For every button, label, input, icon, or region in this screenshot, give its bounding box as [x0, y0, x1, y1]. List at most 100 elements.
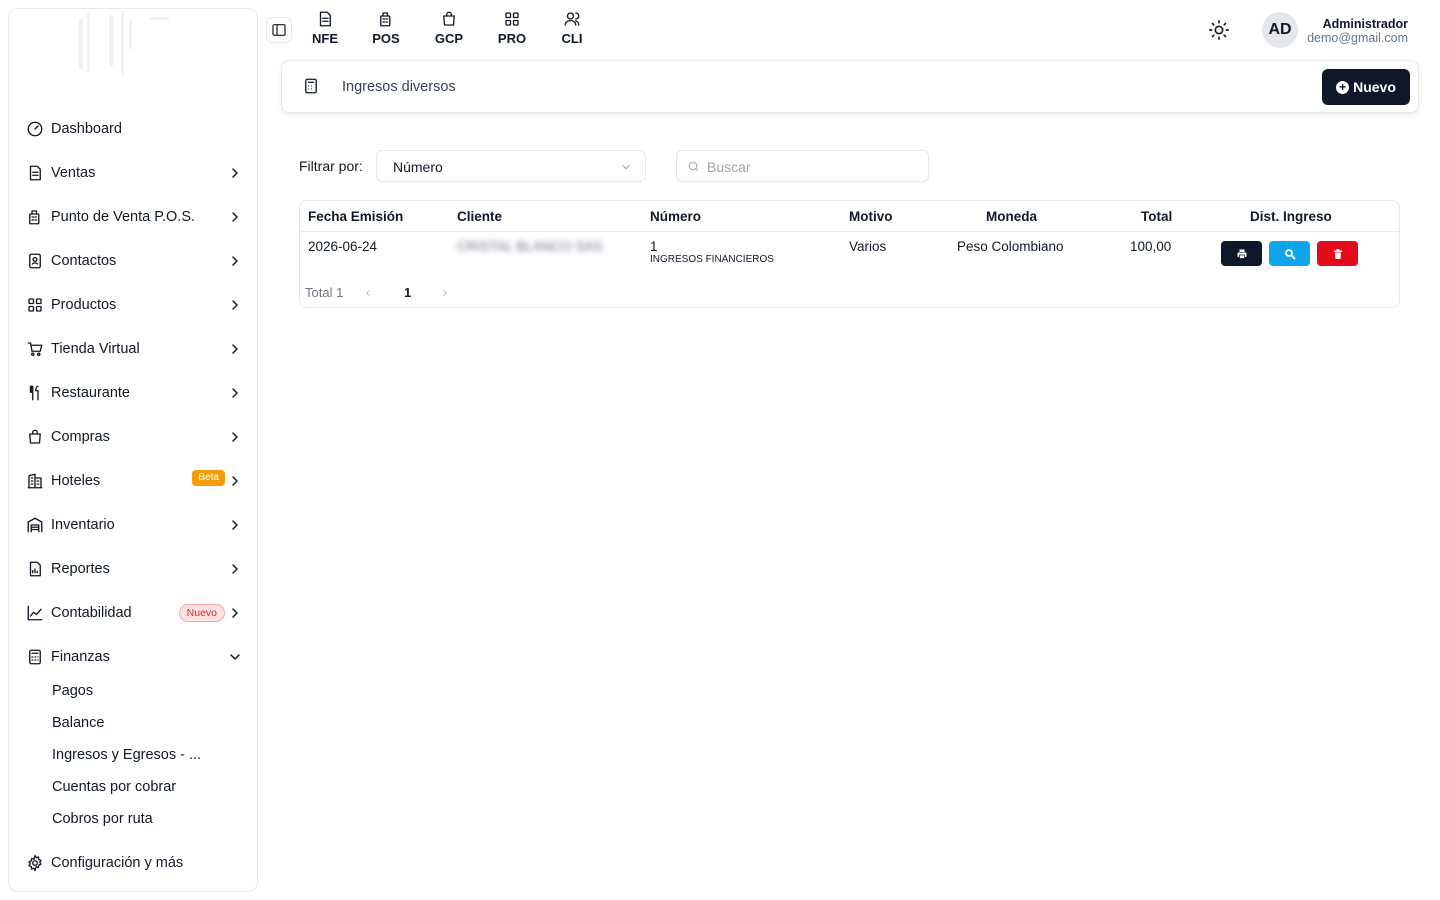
chevron-down-icon — [619, 160, 633, 177]
sidebar-item-contabilidad[interactable]: Contabilidad Nuevo — [25, 595, 247, 631]
chart-icon — [25, 603, 45, 623]
search-input[interactable] — [707, 157, 917, 177]
sidebar-item-tienda-virtual[interactable]: Tienda Virtual — [25, 331, 247, 367]
print-icon — [1237, 249, 1246, 259]
column-header-motivo[interactable]: Motivo — [849, 209, 893, 224]
pagination-next-icon[interactable] — [440, 286, 450, 301]
column-header-numero[interactable]: Número — [650, 209, 701, 224]
sidebar-item-productos[interactable]: Productos — [25, 287, 247, 323]
sidebar-item-contactos[interactable]: Contactos — [25, 243, 247, 279]
sidebar-item-pos[interactable]: Punto de Venta P.O.S. — [25, 199, 247, 235]
new-button-label: Nuevo — [1353, 79, 1396, 95]
sidebar-subitem-ingresos-egresos[interactable]: Ingresos y Egresos - ... — [52, 747, 201, 763]
sidebar-item-label: Ventas — [51, 165, 96, 181]
new-badge: Nuevo — [178, 604, 225, 622]
chevron-right-icon — [227, 297, 243, 313]
sidebar-item-configuracion[interactable]: Configuración y más — [25, 845, 247, 881]
sidebar-item-label: Contabilidad — [51, 605, 132, 621]
topnav-label: POS — [372, 31, 400, 46]
pagination-page[interactable]: 1 — [404, 285, 411, 300]
sidebar-subitem-cobros-por-ruta[interactable]: Cobros por ruta — [52, 811, 153, 827]
chevron-right-icon — [227, 429, 243, 445]
sidebar-item-label: Reportes — [51, 561, 110, 577]
chevron-right-icon — [227, 605, 243, 621]
sidebar-item-finanzas[interactable]: Finanzas — [25, 639, 247, 675]
sidebar-item-label: Compras — [51, 429, 110, 445]
column-header-cliente[interactable]: Cliente — [457, 209, 502, 224]
filter-label: Filtrar por: — [299, 158, 363, 174]
page-header: Ingresos diversos + Nuevo — [281, 60, 1419, 113]
chevron-right-icon — [227, 209, 243, 225]
sidebar-item-compras[interactable]: Compras — [25, 419, 247, 455]
cell-motivo: Varios — [849, 239, 887, 254]
report-icon — [25, 559, 45, 579]
avatar[interactable]: AD — [1262, 12, 1298, 48]
user-name: Administrador — [1322, 17, 1408, 31]
hotel-icon — [25, 471, 45, 491]
sidebar-item-label: Dashboard — [51, 121, 122, 137]
bag-icon — [443, 11, 455, 26]
filter-select[interactable]: Número — [376, 150, 646, 182]
cell-cliente: CRISTAL BLANCO SAS — [457, 239, 603, 254]
sidebar-item-dashboard[interactable]: Dashboard — [25, 111, 247, 147]
plus-circle-icon: + — [1336, 80, 1350, 94]
grid-icon — [505, 12, 519, 26]
pos-icon — [25, 207, 45, 227]
calculator-icon — [25, 647, 45, 667]
sidebar-item-label: Finanzas — [51, 649, 110, 665]
column-header-fecha[interactable]: Fecha Emisión — [308, 209, 403, 224]
chevron-right-icon — [227, 517, 243, 533]
trash-icon — [1333, 248, 1342, 259]
pagination-total: Total 1 — [305, 285, 344, 300]
chevron-right-icon — [227, 341, 243, 357]
sidebar-item-label: Restaurante — [51, 385, 130, 401]
pagination-prev-icon[interactable] — [363, 286, 373, 301]
sidebar-item-label: Productos — [51, 297, 117, 313]
sidebar-item-label: Tienda Virtual — [51, 341, 140, 357]
chevron-right-icon — [227, 561, 243, 577]
topnav-gcp[interactable]: GCP — [429, 10, 469, 46]
column-header-total[interactable]: Total — [1141, 209, 1172, 224]
topnav-label: CLI — [561, 31, 583, 46]
sidebar-item-label: Inventario — [51, 517, 115, 533]
sidebar-item-restaurante[interactable]: Restaurante — [25, 375, 247, 411]
sidebar-item-hoteles[interactable]: Hoteles Beta — [25, 463, 247, 499]
chevron-right-icon — [227, 473, 243, 489]
chevron-right-icon — [227, 165, 243, 181]
topnav-label: PRO — [497, 31, 527, 46]
search-box — [676, 150, 929, 182]
contacts-icon — [25, 251, 45, 271]
cart-icon — [25, 339, 45, 359]
topnav-pos[interactable]: POS — [366, 10, 406, 46]
topnav-nfe[interactable]: NFE — [305, 10, 345, 46]
theme-toggle-sun-icon[interactable] — [1208, 19, 1230, 41]
topnav-label: NFE — [312, 31, 338, 46]
column-header-dist-ingreso: Dist. Ingreso — [1250, 209, 1332, 224]
bag-icon — [25, 427, 45, 447]
chevron-right-icon — [227, 253, 243, 269]
topnav-label: GCP — [434, 31, 464, 46]
chevron-down-icon — [227, 649, 243, 665]
sidebar: Dashboard Ventas Punto de Venta P.O.S. C… — [8, 8, 258, 892]
new-button[interactable]: + Nuevo — [1322, 69, 1410, 105]
income-table: Fecha Emisión Cliente Número Motivo Mone… — [299, 200, 1400, 308]
panel-icon — [272, 24, 286, 36]
sidebar-item-reportes[interactable]: Reportes — [25, 551, 247, 587]
divider — [300, 231, 1399, 232]
sidebar-subitem-pagos[interactable]: Pagos — [52, 683, 93, 699]
sidebar-subitem-balance[interactable]: Balance — [52, 715, 104, 731]
sidebar-toggle-button[interactable] — [266, 17, 292, 43]
sidebar-item-ventas[interactable]: Ventas — [25, 155, 247, 191]
cell-fecha: 2026-06-24 — [308, 239, 378, 254]
sidebar-subitem-cuentas-por-cobrar[interactable]: Cuentas por cobrar — [52, 779, 176, 795]
user-email: demo@gmail.com — [1307, 31, 1408, 45]
filter-select-value: Número — [393, 159, 443, 175]
topnav-pro[interactable]: PRO — [492, 10, 532, 46]
topnav-cli[interactable]: CLI — [552, 10, 592, 46]
sidebar-item-inventario[interactable]: Inventario — [25, 507, 247, 543]
column-header-moneda[interactable]: Moneda — [986, 209, 1037, 224]
pos-icon — [380, 12, 391, 27]
view-button[interactable] — [1269, 241, 1310, 266]
delete-button[interactable] — [1317, 241, 1358, 266]
print-button[interactable] — [1221, 241, 1262, 266]
